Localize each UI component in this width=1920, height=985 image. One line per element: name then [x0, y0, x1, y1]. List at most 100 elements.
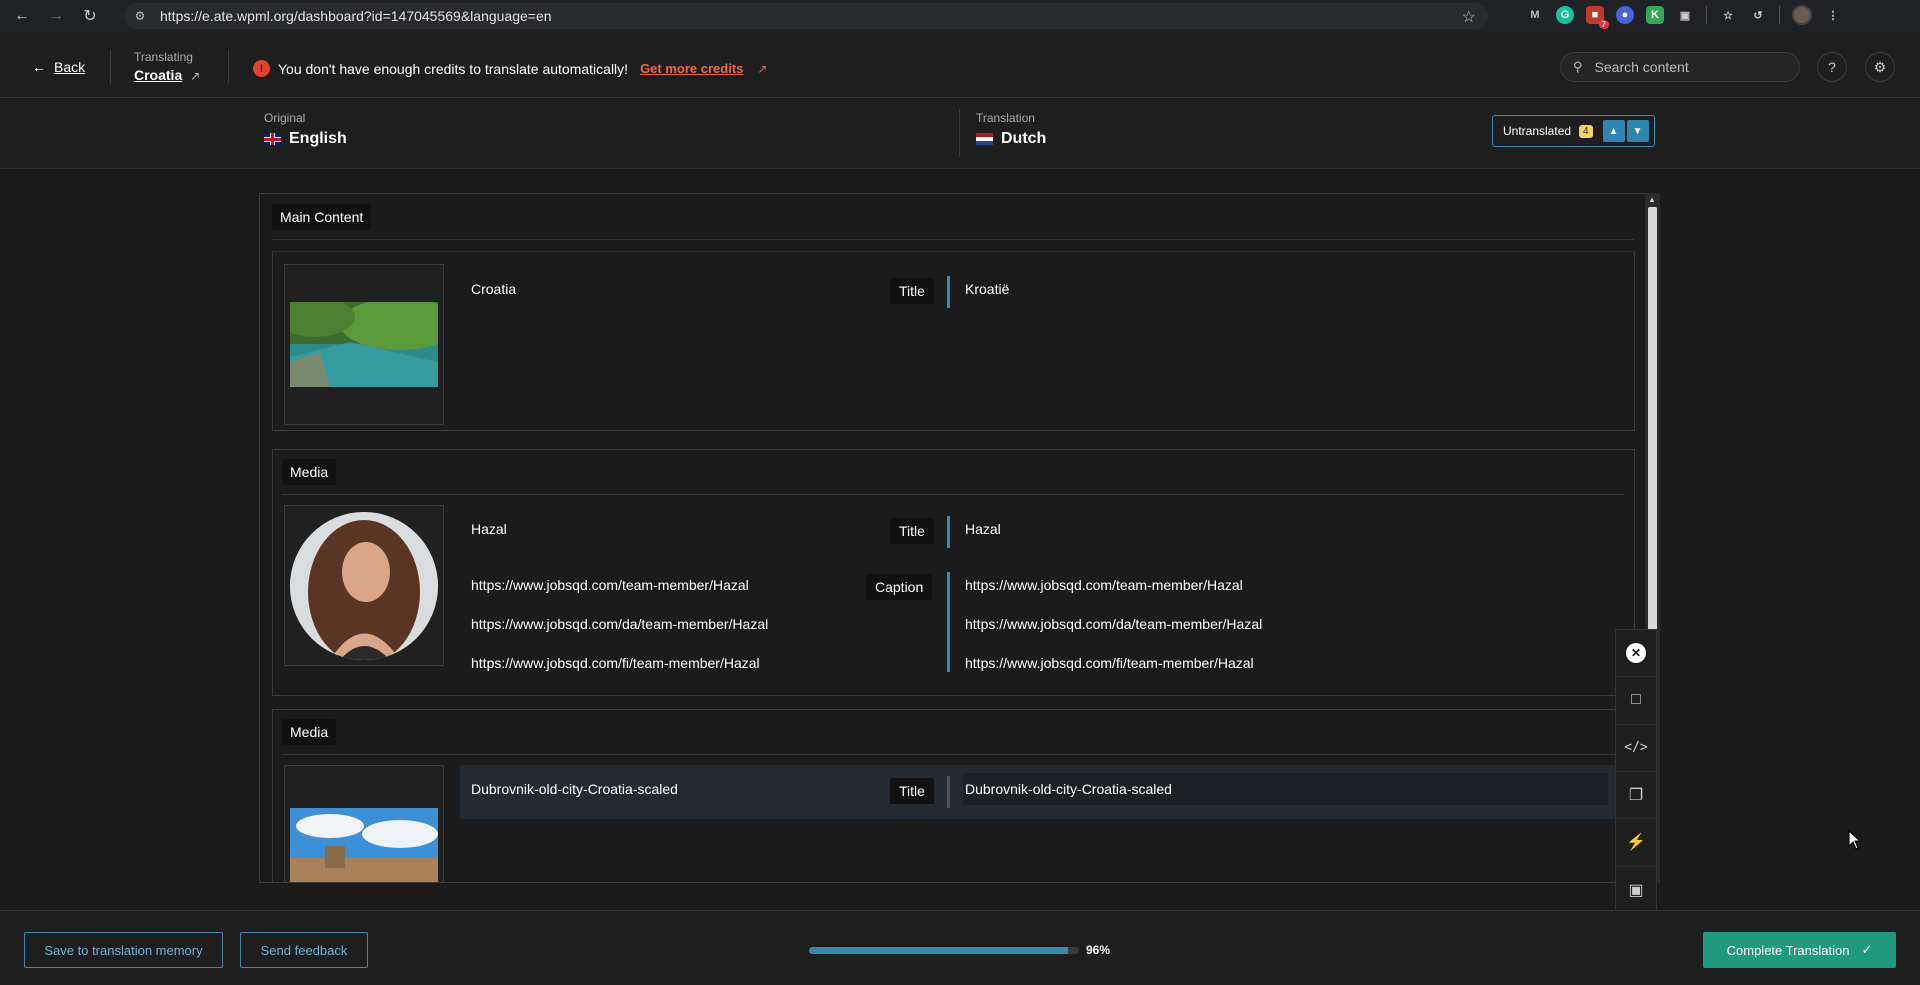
- page-name-link[interactable]: Croatia: [134, 67, 182, 83]
- close-icon: ✕: [1626, 643, 1646, 664]
- complete-translation-button[interactable]: Complete Translation ✓: [1703, 932, 1896, 968]
- field-tag-title: Title: [890, 278, 934, 304]
- field-tag-caption: Caption: [866, 574, 933, 600]
- menu-dots-icon[interactable]: ⋮: [1824, 6, 1842, 24]
- mouse-cursor-icon: [1848, 830, 1862, 850]
- field-tag-title: Title: [890, 518, 934, 544]
- red-extension-icon[interactable]: ■ 7: [1586, 6, 1609, 29]
- source-caption-line: https://www.jobsqd.com/fi/team-member/Ha…: [471, 655, 760, 671]
- progress-fill: [809, 947, 1069, 954]
- bookmark-button[interactable]: □: [1615, 677, 1657, 725]
- get-credits-link[interactable]: Get more credits: [640, 61, 743, 76]
- search-input[interactable]: [1594, 59, 1775, 75]
- back-label: Back: [54, 59, 86, 75]
- croatia-image: [284, 264, 444, 425]
- target-title-croatia[interactable]: Kroatië: [965, 281, 1009, 297]
- section-divider: [282, 494, 1624, 495]
- footer-bar: Save to translation memory Send feedback…: [0, 910, 1920, 985]
- untranslated-count: 4: [1579, 124, 1593, 138]
- forward-arrow-icon[interactable]: →: [44, 4, 68, 28]
- copy-icon: ❐: [1628, 787, 1644, 805]
- close-toolbar-button[interactable]: ✕: [1615, 630, 1657, 678]
- url-text[interactable]: https://e.ate.wpml.org/dashboard?id=1470…: [160, 8, 552, 24]
- save-icon: ▣: [1628, 882, 1644, 900]
- grammarly-icon[interactable]: G: [1556, 6, 1574, 24]
- history-icon[interactable]: ↺: [1749, 6, 1767, 24]
- credits-warning-text: You don't have enough credits to transla…: [278, 60, 629, 77]
- search-icon: ⚲: [1573, 59, 1583, 74]
- address-bar[interactable]: ⚙ https://e.ate.wpml.org/dashboard?id=14…: [124, 3, 1488, 29]
- help-button[interactable]: ?: [1817, 52, 1847, 82]
- toolbar-divider: [1779, 6, 1780, 24]
- toolbar-divider: [1706, 6, 1707, 24]
- untranslated-label: Untranslated: [1503, 124, 1572, 138]
- translation-language-name: Dutch: [1001, 130, 1047, 147]
- target-title-hazal[interactable]: Hazal: [965, 521, 1001, 537]
- lake-image: [290, 302, 438, 387]
- settings-button[interactable]: ⚙: [1865, 52, 1895, 82]
- translation-label: Translation: [976, 111, 1035, 125]
- untranslated-filter[interactable]: Untranslated 4 ▲ ▼: [1492, 115, 1655, 147]
- field-tag-title: Title: [890, 778, 934, 804]
- code-button[interactable]: </>: [1615, 725, 1657, 772]
- k-extension-icon[interactable]: K: [1646, 6, 1664, 24]
- progress-bar: [809, 947, 1079, 954]
- save-to-memory-button[interactable]: Save to translation memory: [24, 932, 223, 968]
- bookmarks-icon[interactable]: ☆: [1719, 6, 1737, 24]
- left-arrow-icon: ←: [32, 59, 46, 75]
- external-link-icon[interactable]: ↗: [757, 62, 767, 76]
- target-indicator-bar: [947, 572, 950, 672]
- translating-label: Translating: [134, 50, 193, 64]
- blue-extension-icon[interactable]: ●: [1616, 6, 1634, 24]
- puzzle-icon[interactable]: ▣: [1676, 6, 1694, 24]
- header-divider: [110, 50, 111, 84]
- translation-language: Translation Dutch: [976, 111, 1046, 148]
- gear-icon: ⚙: [1873, 58, 1887, 75]
- warning-icon: !: [253, 60, 270, 77]
- m-extension-icon[interactable]: M: [1526, 6, 1544, 24]
- target-indicator-bar: [947, 516, 950, 548]
- header-divider: [228, 50, 229, 84]
- target-caption-line[interactable]: https://www.jobsqd.com/da/team-member/Ha…: [965, 616, 1262, 632]
- previous-untranslated-button[interactable]: ▲: [1602, 120, 1625, 142]
- bookmark-star-icon[interactable]: ☆: [1462, 7, 1476, 27]
- progress-percent: 96%: [1086, 943, 1111, 957]
- save-segment-button[interactable]: ▣: [1615, 867, 1657, 914]
- source-title-dubrovnik: Dubrovnik-old-city-Croatia-scaled: [471, 781, 678, 797]
- send-feedback-button[interactable]: Send feedback: [240, 932, 368, 968]
- bookmark-icon: □: [1631, 691, 1641, 709]
- section-tag-media: Media: [282, 719, 337, 745]
- external-link-icon[interactable]: ↗: [190, 69, 200, 83]
- target-caption-line[interactable]: https://www.jobsqd.com/team-member/Hazal: [965, 577, 1243, 593]
- complete-label: Complete Translation: [1726, 942, 1850, 958]
- back-arrow-icon[interactable]: ←: [10, 4, 34, 28]
- source-caption-line: https://www.jobsqd.com/da/team-member/Ha…: [471, 616, 769, 632]
- extension-badge: 7: [1598, 20, 1609, 29]
- site-info-icon[interactable]: ⚙: [132, 8, 148, 24]
- next-untranslated-button[interactable]: ▼: [1626, 120, 1649, 142]
- uk-flag-icon: [264, 133, 281, 145]
- help-icon: ?: [1828, 59, 1836, 75]
- profile-avatar[interactable]: [1792, 5, 1812, 25]
- credits-warning: ! You don't have enough credits to trans…: [253, 60, 767, 77]
- language-divider: [959, 109, 960, 157]
- copy-button[interactable]: ❐: [1615, 772, 1657, 820]
- extensions-area: M G ■ 7 ● K ▣ ☆ ↺ ⋮: [1526, 5, 1842, 29]
- auto-translate-button[interactable]: ⚡: [1615, 819, 1657, 867]
- scroll-up-icon[interactable]: ▲: [1648, 195, 1656, 204]
- target-indicator-bar: [947, 776, 950, 808]
- target-title-dubrovnik-input[interactable]: [963, 773, 1608, 805]
- original-language-name: English: [289, 130, 347, 147]
- main-content-block: [272, 251, 1635, 431]
- language-bar: Original English Translation Dutch Untra…: [0, 99, 1920, 169]
- target-caption-line[interactable]: https://www.jobsqd.com/fi/team-member/Ha…: [965, 655, 1254, 671]
- code-icon: </>: [1624, 740, 1648, 756]
- translation-editor: Main Content Croatia Title Kroatië Media: [259, 193, 1660, 883]
- target-indicator-bar: [947, 276, 950, 308]
- reload-icon[interactable]: ↻: [78, 4, 102, 28]
- back-button[interactable]: ← Back: [32, 59, 85, 75]
- netherlands-flag-icon: [976, 133, 993, 145]
- section-tag-main-content: Main Content: [272, 204, 372, 230]
- original-language: Original English: [264, 111, 347, 148]
- checkmark-icon: ✓: [1861, 942, 1873, 957]
